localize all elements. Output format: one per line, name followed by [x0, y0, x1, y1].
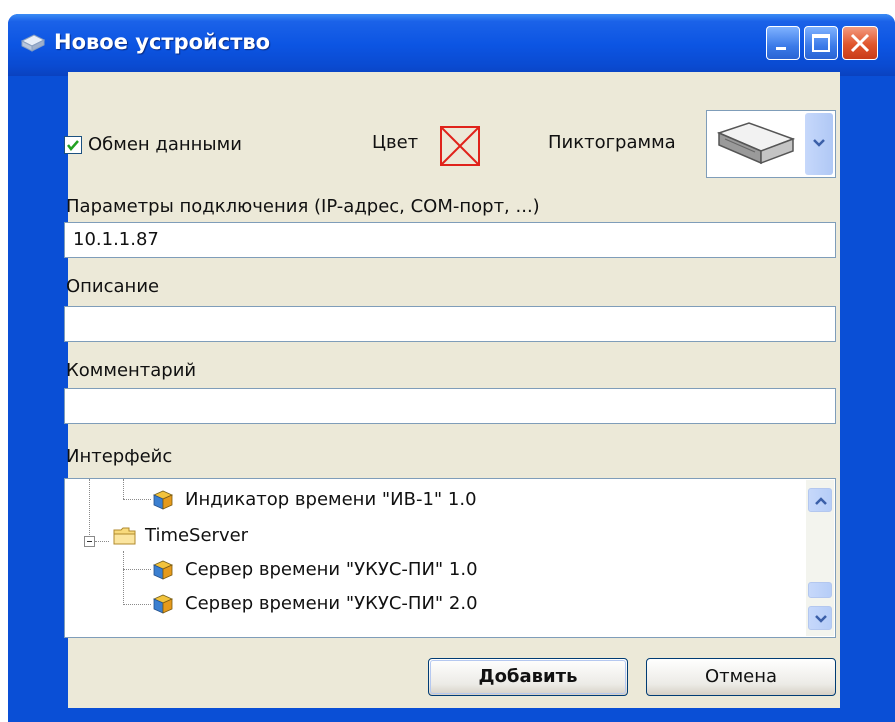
tree-scrollbar[interactable] — [806, 480, 834, 636]
tree-line — [95, 541, 109, 542]
title-bar[interactable]: Новое устройство — [8, 14, 895, 76]
pictogram-select[interactable] — [706, 110, 836, 178]
interface-label: Интерфейс — [66, 446, 173, 467]
tree-line — [123, 604, 151, 605]
folder-icon — [113, 527, 136, 545]
scroll-down-button[interactable] — [808, 606, 832, 630]
description-label: Описание — [66, 276, 160, 297]
minimize-button[interactable] — [766, 26, 800, 60]
tree-item-label: TimeServer — [145, 525, 249, 546]
chevron-down-icon — [813, 139, 825, 147]
comment-field[interactable] — [64, 388, 836, 424]
tree-line — [123, 551, 124, 605]
checkmark-icon — [67, 140, 79, 151]
minimize-icon — [776, 47, 786, 50]
cube-icon — [153, 594, 173, 614]
tree-line — [123, 479, 124, 499]
comment-label: Комментарий — [66, 360, 197, 381]
close-icon — [850, 33, 870, 53]
device-icon — [20, 34, 46, 52]
connection-label: Параметры подключения (IP-адрес, COM-пор… — [66, 196, 540, 217]
tree-line — [89, 479, 90, 541]
network-device-icon — [716, 122, 795, 165]
data-exchange-label: Обмен данными — [88, 134, 242, 155]
tree-line — [123, 499, 151, 500]
cube-icon — [153, 560, 173, 580]
add-button[interactable]: Добавить — [428, 658, 628, 696]
chevron-down-icon — [815, 615, 827, 623]
collapse-toggle[interactable] — [84, 536, 95, 547]
connection-field[interactable]: 10.1.1.87 — [64, 222, 836, 258]
pictogram-label: Пиктограмма — [548, 132, 676, 153]
description-field[interactable] — [64, 306, 836, 342]
scroll-thumb[interactable] — [808, 582, 832, 598]
window-title: Новое устройство — [54, 30, 271, 54]
scroll-up-button[interactable] — [808, 488, 832, 512]
data-exchange-checkbox[interactable] — [64, 136, 82, 154]
interface-tree[interactable]: Индикатор времени "ИВ-1" 1.0 TimeServer … — [64, 478, 836, 638]
tree-line — [123, 569, 151, 570]
tree-item-label: Сервер времени "УКУС-ПИ" 1.0 — [185, 559, 478, 580]
pictogram-dropdown-button[interactable] — [805, 113, 833, 175]
cancel-button[interactable]: Отмена — [646, 658, 836, 696]
cube-icon — [153, 490, 173, 510]
color-label: Цвет — [372, 132, 419, 153]
red-x-icon[interactable] — [440, 126, 480, 166]
maximize-button[interactable] — [804, 26, 838, 60]
close-button[interactable] — [842, 26, 878, 60]
tree-item-label: Сервер времени "УКУС-ПИ" 2.0 — [185, 593, 478, 614]
tree-item-label: Индикатор времени "ИВ-1" 1.0 — [185, 489, 477, 510]
maximize-icon — [812, 34, 830, 52]
chevron-up-icon — [815, 497, 827, 505]
